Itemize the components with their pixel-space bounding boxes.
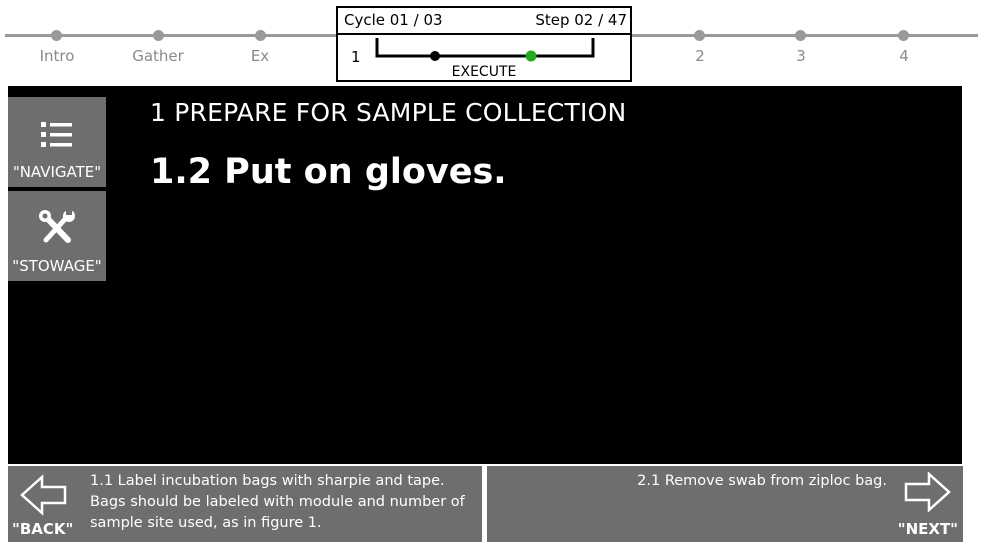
list-icon	[41, 122, 72, 147]
timeline-node	[255, 30, 266, 41]
stowage-button[interactable]: "STOWAGE"	[8, 191, 106, 281]
back-button[interactable]: "BACK" 1.1 Label incubation bags with sh…	[8, 466, 482, 542]
timeline-node	[898, 30, 909, 41]
timeline-node	[795, 30, 806, 41]
next-step-text: 2.1 Remove swab from ziploc bag.	[637, 473, 887, 489]
next-button[interactable]: 2.1 Remove swab from ziploc bag. "NEXT"	[487, 466, 963, 542]
timeline-node	[694, 30, 705, 41]
cycle-counter: Cycle 01 / 03	[344, 11, 443, 29]
cycle-step-header: Cycle 01 / 03 Step 02 / 47	[338, 8, 630, 35]
timeline-phase-intro[interactable]: Intro	[40, 47, 75, 65]
section-title: 1 PREPARE FOR SAMPLE COLLECTION	[150, 98, 627, 127]
step-marker	[430, 51, 440, 61]
previous-step-text: 1.1 Label incubation bags with sharpie a…	[90, 473, 465, 531]
procedure-content-area	[8, 86, 962, 464]
next-button-label: "NEXT"	[897, 520, 958, 538]
current-step-marker	[525, 50, 537, 62]
back-button-label: "BACK"	[12, 520, 74, 538]
timeline-phase-2[interactable]: 2	[695, 47, 705, 65]
navigate-button-label: "NAVIGATE"	[12, 163, 102, 181]
timeline-phase-3[interactable]: 3	[796, 47, 806, 65]
phase-label: EXECUTE	[451, 64, 517, 80]
stowage-button-label: "STOWAGE"	[12, 257, 102, 275]
arrow-left-icon	[20, 474, 67, 516]
arrow-right-icon	[904, 471, 951, 513]
current-step-instruction: 1.2 Put on gloves.	[150, 152, 507, 192]
phase-progress-bracket	[375, 38, 595, 62]
step-counter: Step 02 / 47	[535, 11, 627, 29]
timeline-node	[153, 30, 164, 41]
timeline-phase-gather[interactable]: Gather	[132, 47, 184, 65]
cycle-step-panel: Cycle 01 / 03 Step 02 / 47 1 EXECUTE	[336, 6, 632, 82]
timeline-phase-ex[interactable]: Ex	[251, 47, 269, 65]
timeline-phase-4[interactable]: 4	[899, 47, 909, 65]
timeline-node	[51, 30, 62, 41]
tools-icon	[39, 209, 75, 243]
navigate-button[interactable]: "NAVIGATE"	[8, 97, 106, 187]
